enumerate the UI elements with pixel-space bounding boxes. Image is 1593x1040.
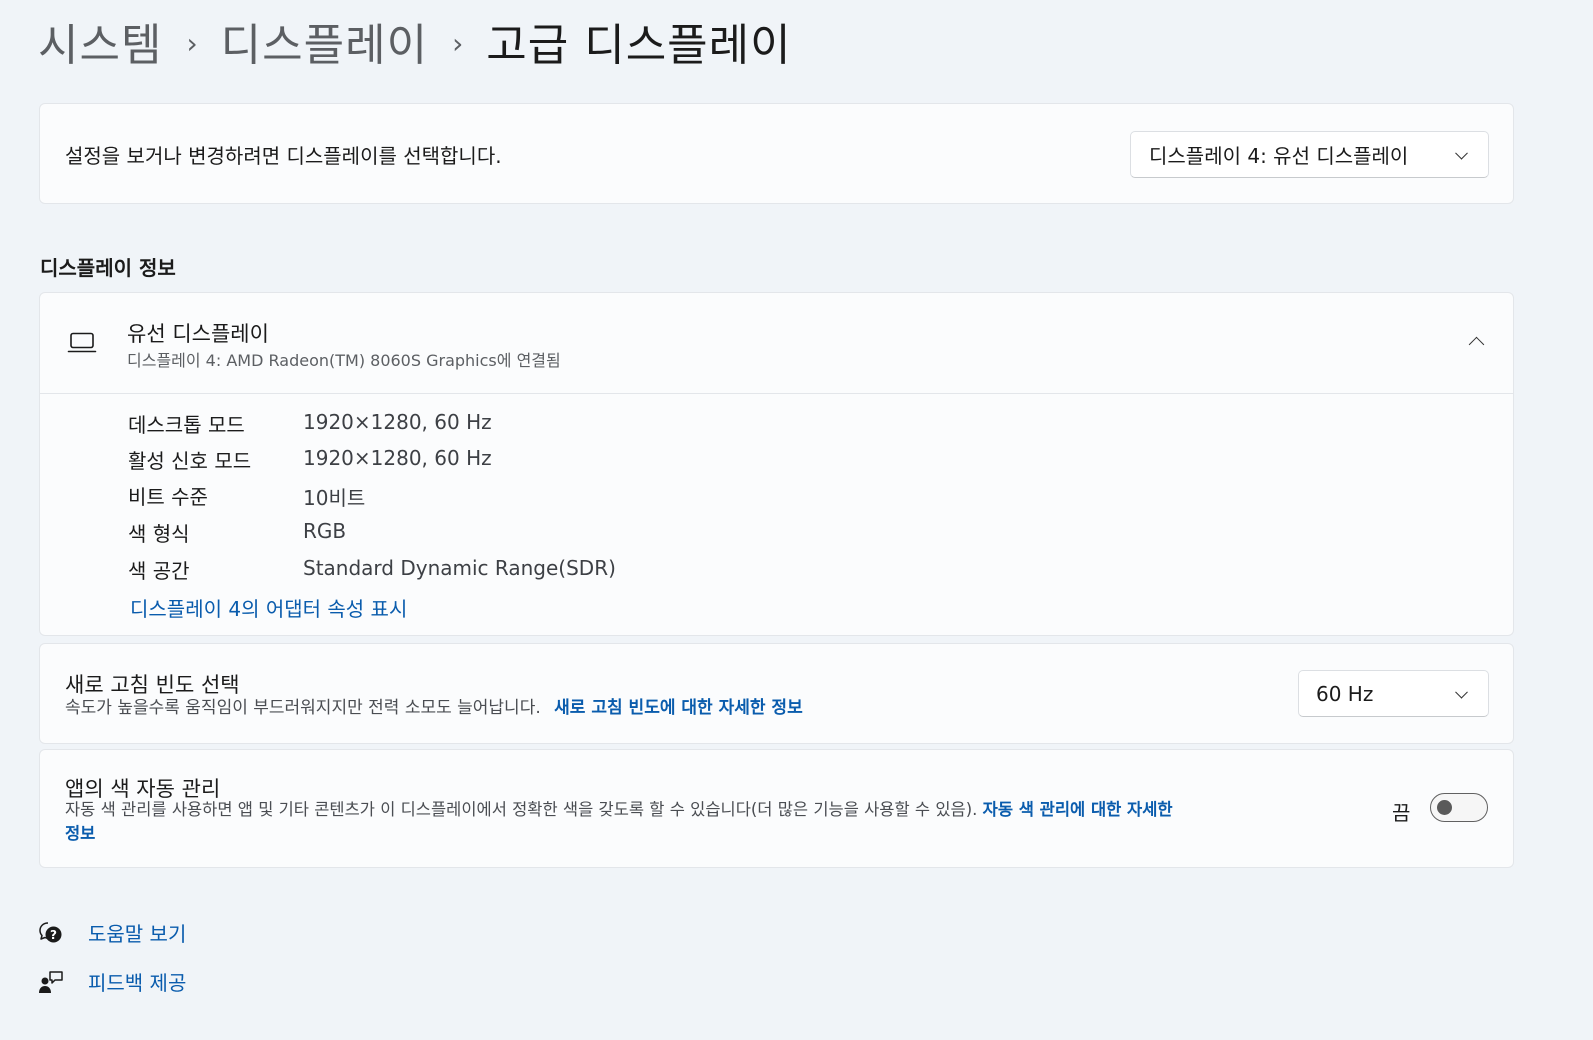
collapse-button[interactable] — [1467, 334, 1487, 353]
spec-value: 1920×1280, 60 Hz — [303, 446, 492, 470]
auto-color-description-text: 자동 색 관리를 사용하면 앱 및 기타 콘텐츠가 이 디스플레이에서 정확한 … — [65, 800, 978, 819]
spec-label: 활성 신호 모드 — [128, 449, 252, 473]
section-heading-display-info: 디스플레이 정보 — [40, 256, 176, 280]
feedback-link[interactable]: 피드백 제공 — [38, 967, 186, 996]
auto-color-card: 앱의 색 자동 관리 자동 색 관리를 사용하면 앱 및 기타 콘텐츠가 이 디… — [39, 749, 1514, 868]
display-select-card: 설정을 보거나 변경하려면 디스플레이를 선택합니다. 디스플레이 4: 유선 … — [39, 103, 1514, 204]
chevron-up-icon — [1468, 336, 1485, 353]
spec-value: 10비트 — [303, 486, 366, 510]
breadcrumb: 시스템 › 디스플레이 › 고급 디스플레이 — [38, 14, 792, 78]
refresh-rate-title: 새로 고침 빈도 선택 — [65, 673, 240, 697]
toggle-state-label: 끔 — [1392, 801, 1411, 825]
display-dropdown-value: 디스플레이 4: 유선 디스플레이 — [1149, 144, 1409, 168]
spec-value: RGB — [303, 519, 347, 543]
spec-label: 색 형식 — [128, 522, 190, 546]
breadcrumb-item-display[interactable]: 디스플레이 — [221, 14, 428, 78]
display-info-card: 유선 디스플레이 디스플레이 4: AMD Radeon(TM) 8060S G… — [39, 292, 1514, 636]
help-chat-icon: ? — [38, 920, 64, 946]
svg-text:?: ? — [50, 928, 57, 942]
breadcrumb-separator: › — [186, 27, 199, 60]
refresh-rate-dropdown[interactable]: 60 Hz — [1298, 670, 1489, 717]
refresh-rate-card: 새로 고침 빈도 선택 속도가 높을수록 움직임이 부드러워지지만 전력 소모도… — [39, 643, 1514, 744]
spec-value: 1920×1280, 60 Hz — [303, 410, 492, 434]
spec-label: 색 공간 — [128, 559, 190, 583]
auto-color-toggle[interactable] — [1430, 793, 1488, 822]
display-connection-info: 디스플레이 4: AMD Radeon(TM) 8060S Graphics에 … — [127, 351, 561, 370]
refresh-rate-dropdown-value: 60 Hz — [1316, 681, 1374, 706]
display-name: 유선 디스플레이 — [127, 322, 269, 346]
display-info-header[interactable]: 유선 디스플레이 디스플레이 4: AMD Radeon(TM) 8060S G… — [40, 293, 1513, 394]
display-dropdown[interactable]: 디스플레이 4: 유선 디스플레이 — [1130, 131, 1489, 178]
adapter-properties-link[interactable]: 디스플레이 4의 어댑터 속성 표시 — [130, 593, 407, 622]
feedback-link-label: 피드백 제공 — [88, 971, 187, 995]
feedback-icon — [38, 969, 64, 995]
auto-color-info-link-cont[interactable]: 정보 — [65, 824, 95, 843]
chevron-down-icon — [1455, 685, 1468, 699]
laptop-icon — [67, 331, 97, 359]
help-link[interactable]: ? 도움말 보기 — [38, 918, 186, 947]
breadcrumb-separator: › — [452, 27, 465, 60]
spec-value: Standard Dynamic Range(SDR) — [303, 556, 616, 580]
display-select-prompt: 설정을 보거나 변경하려면 디스플레이를 선택합니다. — [65, 144, 502, 168]
refresh-rate-description-text: 속도가 높을수록 움직임이 부드러워지지만 전력 소모도 늘어납니다. — [65, 698, 541, 718]
chevron-down-icon — [1455, 146, 1468, 160]
refresh-rate-description: 속도가 높을수록 움직임이 부드러워지지만 전력 소모도 늘어납니다. 새로 고… — [65, 696, 803, 720]
refresh-rate-info-link[interactable]: 새로 고침 빈도에 대한 자세한 정보 — [554, 698, 803, 718]
page-title: 고급 디스플레이 — [486, 20, 792, 71]
auto-color-info-link[interactable]: 자동 색 관리에 대한 자세한 — [983, 800, 1173, 819]
spec-label: 데스크톱 모드 — [128, 413, 245, 437]
breadcrumb-item-system[interactable]: 시스템 — [38, 14, 162, 78]
auto-color-description: 자동 색 관리를 사용하면 앱 및 기타 콘텐츠가 이 디스플레이에서 정확한 … — [65, 798, 1365, 846]
spec-label: 비트 수준 — [128, 485, 208, 509]
help-link-label: 도움말 보기 — [88, 922, 187, 946]
toggle-knob — [1437, 799, 1452, 815]
